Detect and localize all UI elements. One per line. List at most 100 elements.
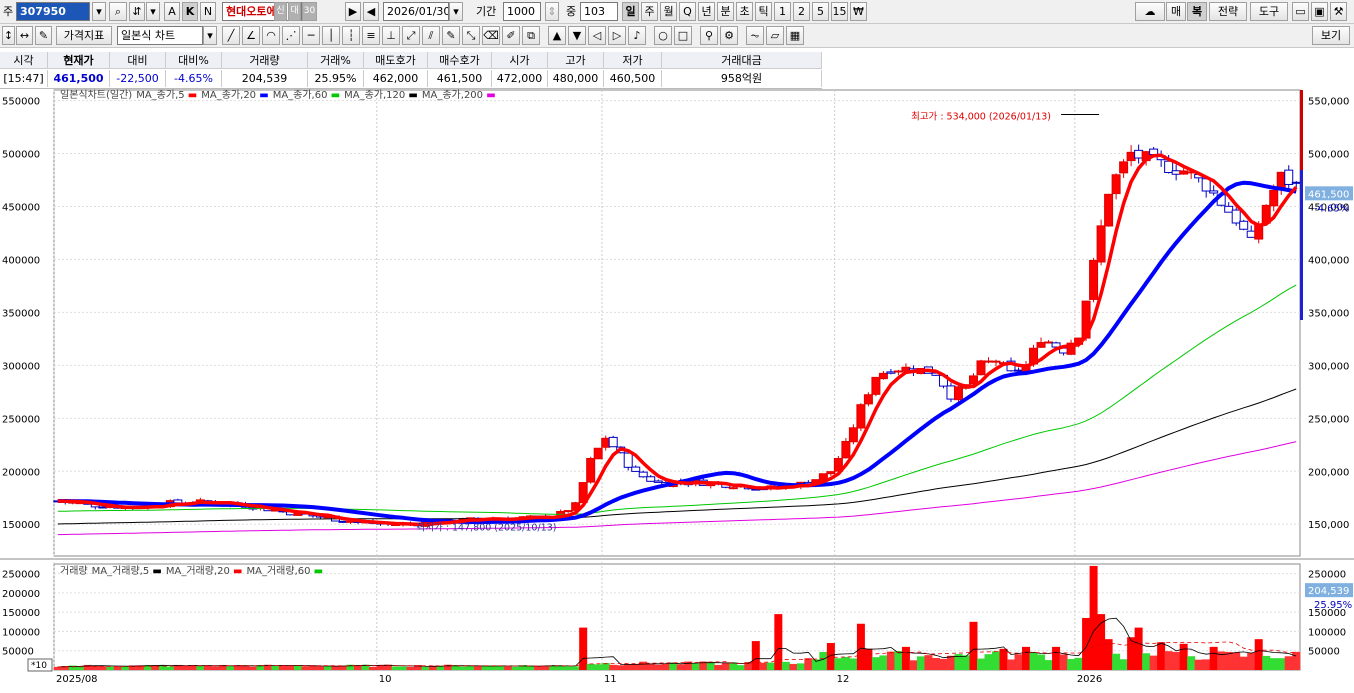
note-tool-button[interactable]: ✐ [502, 26, 520, 45]
search-button[interactable]: ⌕ [109, 2, 127, 21]
edit-button[interactable]: ✎ [35, 26, 52, 45]
up-arrow-tool-button[interactable]: ▲ [548, 26, 566, 45]
period-button-0[interactable]: 일 [622, 2, 639, 21]
date-input[interactable]: 2026/01/30 [383, 2, 449, 21]
period-button-6[interactable]: 초 [736, 2, 753, 21]
tools-button[interactable]: 도구 [1250, 2, 1288, 21]
volume-bar [759, 662, 768, 670]
candle [1246, 230, 1256, 238]
stock-code-input[interactable]: 307950 [16, 2, 90, 21]
arc-tool-button[interactable]: ◠ [262, 26, 280, 45]
trade-button[interactable]: 매 [1166, 2, 1186, 21]
volume-bar [1179, 643, 1188, 670]
sort-button[interactable]: ⇵ [129, 2, 145, 21]
volume-bar [1277, 658, 1286, 670]
config-tool-button[interactable]: ⚙ [720, 26, 738, 45]
price-tick-right: 150,000 [1308, 520, 1349, 531]
period-button-7[interactable]: 틱 [755, 2, 772, 21]
quote-header-0: 시각 [0, 52, 48, 69]
wave-tool-button[interactable]: ⏦ [746, 26, 764, 45]
count-input[interactable]: 103 [580, 2, 618, 21]
square-tool-button[interactable]: □ [674, 26, 692, 45]
volume-bar [969, 621, 978, 670]
copy-tool-button[interactable]: ⧉ [522, 26, 540, 45]
quote-value-5: 25.95% [308, 70, 364, 87]
chart-type-dropdown[interactable]: ▾ [203, 26, 217, 45]
pattern-tool-button[interactable]: ⏥ [766, 26, 784, 45]
pitch-tool-button[interactable]: ⊥ [382, 26, 400, 45]
vertical-arrows-button[interactable]: ↕ [2, 26, 15, 45]
legend-series-1: MA_종가,20 [201, 89, 256, 101]
a-button[interactable]: A [164, 2, 180, 21]
period-button-5[interactable]: 분 [717, 2, 734, 21]
period-button-3[interactable]: Q [679, 2, 696, 21]
indicator-button[interactable]: 가격지표 [56, 26, 112, 45]
candle [646, 476, 656, 482]
settings-button[interactable]: ⚒ [1330, 2, 1347, 21]
cloud-button[interactable]: ☁ [1135, 2, 1165, 21]
period-button-8[interactable]: 1 [774, 2, 791, 21]
period-button-12[interactable]: ₩ [850, 2, 867, 21]
vline-tool-button[interactable]: │ [322, 26, 340, 45]
channel-tool-button[interactable]: ≡ [362, 26, 380, 45]
right-arrow-tool-button[interactable]: ▷ [608, 26, 626, 45]
quote-header-4: 거래량 [222, 52, 308, 69]
horizontal-arrows-button[interactable]: ↔ [16, 26, 33, 45]
grid-tool-button[interactable]: ▦ [786, 26, 804, 45]
down-arrow-tool-button[interactable]: ▼ [568, 26, 586, 45]
overlap-button[interactable]: 복 [1187, 2, 1207, 21]
quote-header-7: 매수호가 [428, 52, 492, 69]
volume-tick-right: 250000 [1308, 570, 1346, 581]
period-button-10[interactable]: 5 [812, 2, 829, 21]
pencil-tool-button[interactable]: ✎ [442, 26, 460, 45]
period-button-9[interactable]: 2 [793, 2, 810, 21]
arrow-tool-button[interactable]: ⤡ [462, 26, 480, 45]
pitch-icon: ⊥ [386, 29, 396, 42]
volume-bar [646, 663, 655, 670]
sound-tool-button[interactable]: ♪ [628, 26, 646, 45]
parallel-tool-button[interactable]: ⫽ [422, 26, 440, 45]
candle [1201, 178, 1211, 192]
angle-tool-button[interactable]: ∠ [242, 26, 260, 45]
volume-bar [211, 666, 220, 670]
open-folder-button[interactable]: ▭ [1292, 2, 1309, 21]
next-stock-button[interactable]: ▶ [345, 2, 361, 21]
sort-dropdown[interactable]: ▾ [146, 2, 160, 21]
price-tick-left: 250000 [2, 414, 40, 425]
left-arrow-tool-button[interactable]: ◁ [588, 26, 606, 45]
volume-legend-series-0: MA_거래량,5 [92, 565, 150, 577]
period-button-1[interactable]: 주 [641, 2, 658, 21]
hline-icon: ─ [307, 29, 315, 42]
quote-value-4: 204,539 [222, 70, 308, 87]
price-chart[interactable]: 150000 150,000 200000 200,000 250000 250,000 3… [0, 88, 1354, 693]
period-input[interactable]: 1000 [503, 2, 541, 21]
fan-tool-button[interactable]: ⋰ [282, 26, 300, 45]
candle [1104, 193, 1114, 227]
period-button-4[interactable]: 년 [698, 2, 715, 21]
candle [1231, 209, 1241, 224]
eraser-tool-button[interactable]: ⌫ [482, 26, 500, 45]
line-tool-button[interactable]: ╱ [222, 26, 240, 45]
circle-tool-button[interactable]: ○ [654, 26, 672, 45]
stock-code-dropdown[interactable]: ▾ [92, 2, 106, 21]
cycle-tool-button[interactable]: ┆ [342, 26, 360, 45]
strategy-button[interactable]: 전략 [1209, 2, 1247, 21]
period-button-11[interactable]: 15 [831, 2, 848, 21]
period-button-2[interactable]: 월 [660, 2, 677, 21]
trend-tool-button[interactable]: ⤢ [402, 26, 420, 45]
period-stepper[interactable]: ⇕ [545, 2, 559, 21]
price-tick-left: 550000 [2, 97, 40, 108]
save-button[interactable]: ▣ [1311, 2, 1328, 21]
volume-bar [1187, 656, 1196, 670]
k-button[interactable]: K [182, 2, 198, 21]
quote-header-10: 저가 [604, 52, 662, 69]
date-picker-button[interactable]: ▾ [449, 2, 463, 21]
volume-bar [1029, 652, 1038, 670]
volume-bar [1007, 659, 1016, 670]
n-button[interactable]: N [200, 2, 216, 21]
prev-stock-button[interactable]: ◀ [363, 2, 379, 21]
hline-tool-button[interactable]: ─ [302, 26, 320, 45]
view-button[interactable]: 보기 [1312, 26, 1350, 45]
zoom-tool-button[interactable]: ⚲ [700, 26, 718, 45]
chart-type-select[interactable]: 일본식 차트 [117, 26, 203, 45]
